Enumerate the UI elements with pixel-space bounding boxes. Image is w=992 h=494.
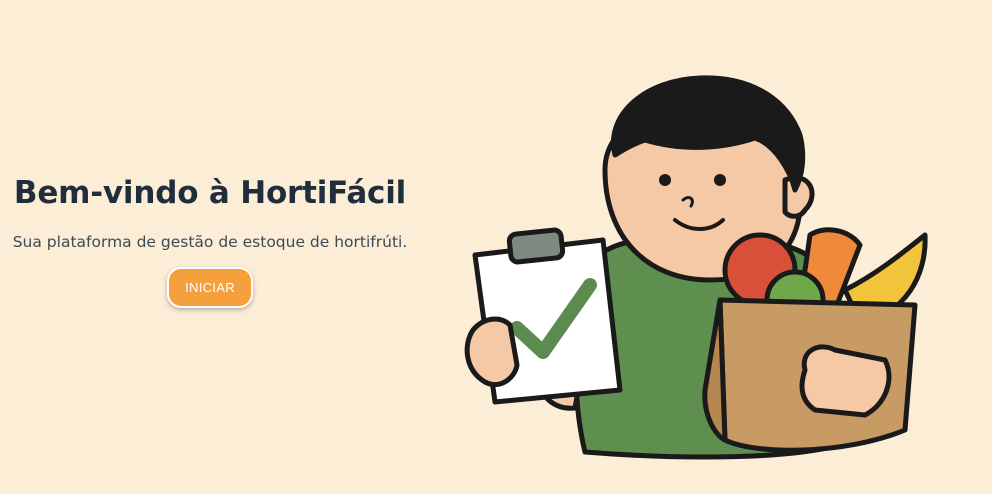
page-subtitle: Sua plataforma de gestão de estoque de h… <box>12 233 408 251</box>
start-button[interactable]: INICIAR <box>167 267 253 308</box>
hero-text: Bem-vindo à HortiFácil Sua plataforma de… <box>0 175 420 308</box>
welcome-page: Bem-vindo à HortiFácil Sua plataforma de… <box>0 0 992 494</box>
produce-bag-icon <box>702 227 928 453</box>
grocer-illustration <box>464 75 928 460</box>
right-hand <box>799 344 892 418</box>
page-title: Bem-vindo à HortiFácil <box>13 175 407 211</box>
left-hand <box>464 316 520 388</box>
